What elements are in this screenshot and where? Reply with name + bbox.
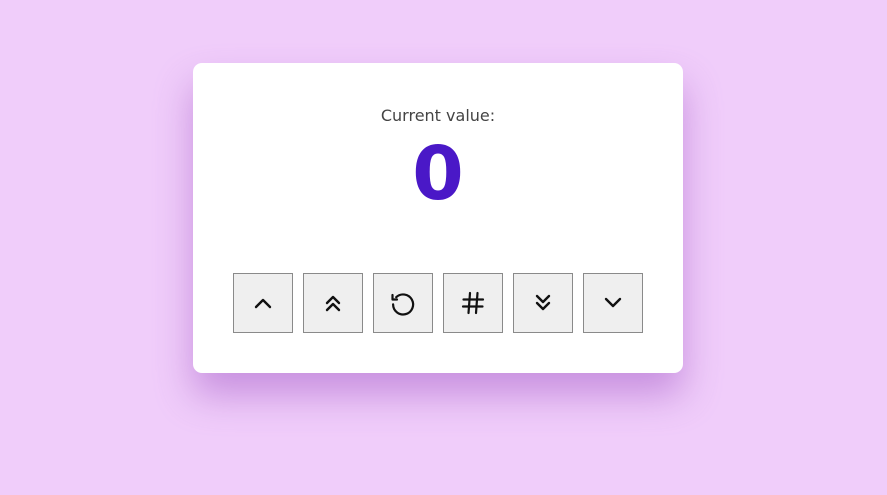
decrement-large-button[interactable] — [513, 273, 573, 333]
decrement-button[interactable] — [583, 273, 643, 333]
chevron-down-icon — [602, 292, 624, 314]
double-chevron-up-icon — [322, 292, 344, 314]
double-chevron-down-icon — [532, 292, 554, 314]
reset-button[interactable] — [373, 273, 433, 333]
increment-large-button[interactable] — [303, 273, 363, 333]
chevron-up-icon — [252, 292, 274, 314]
set-value-button[interactable] — [443, 273, 503, 333]
increment-button[interactable] — [233, 273, 293, 333]
hash-icon — [459, 289, 487, 317]
reset-icon — [388, 288, 418, 318]
counter-card: Current value: 0 — [193, 63, 683, 373]
current-value-label: Current value: — [380, 106, 496, 125]
current-value-display: 0 — [412, 131, 464, 217]
